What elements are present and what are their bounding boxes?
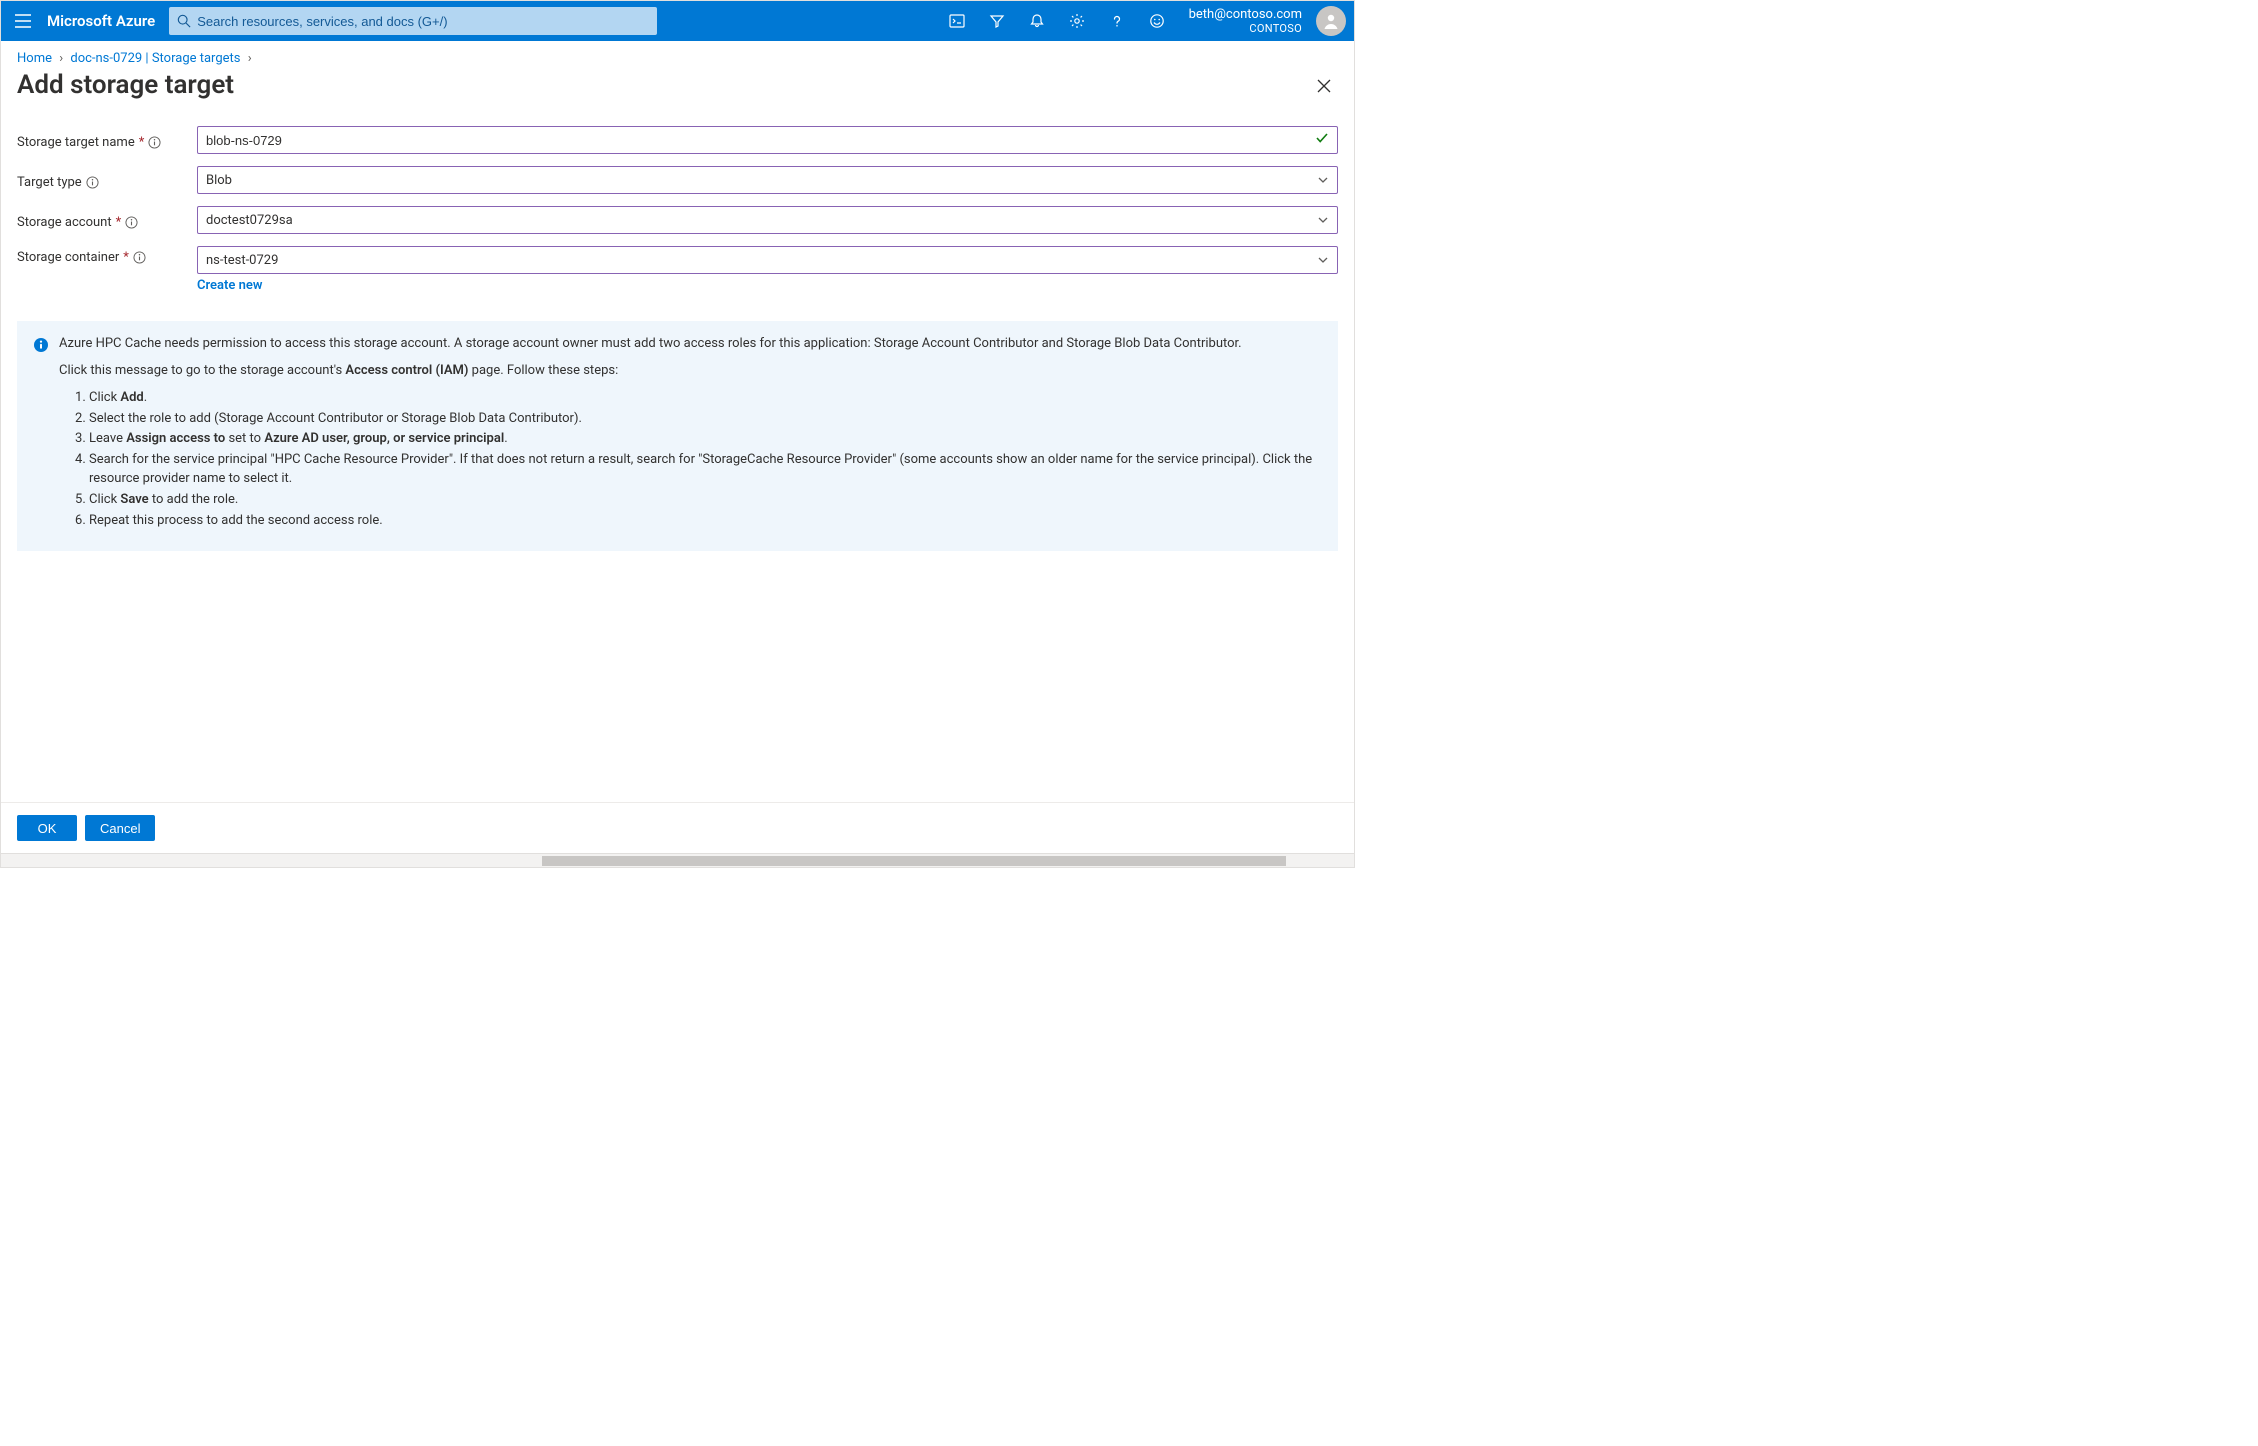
dropdown-target-type[interactable]: Blob xyxy=(197,166,1338,194)
dropdown-storage-container[interactable]: ns-test-0729 xyxy=(197,246,1338,274)
row-storage-account: Storage account * doctest0729sa xyxy=(17,206,1338,234)
horizontal-scrollbar[interactable] xyxy=(1,853,1354,867)
avatar-icon[interactable] xyxy=(1316,6,1346,36)
dropdown-target-type-value: Blob xyxy=(206,173,232,188)
footer-bar: OK Cancel xyxy=(1,802,1354,853)
hamburger-menu-icon[interactable] xyxy=(1,1,45,41)
info-step-2: Select the role to add (Storage Account … xyxy=(89,410,1322,429)
feedback-smiley-icon[interactable] xyxy=(1137,1,1177,41)
settings-gear-icon[interactable] xyxy=(1057,1,1097,41)
help-icon[interactable] xyxy=(1097,1,1137,41)
info-icon[interactable] xyxy=(125,216,138,229)
search-icon xyxy=(177,14,191,28)
page-title: Add storage target xyxy=(17,70,234,100)
global-search[interactable] xyxy=(169,7,657,35)
chevron-down-icon xyxy=(1317,254,1329,266)
row-target-type: Target type Blob xyxy=(17,166,1338,194)
info-step-1: Click Add. xyxy=(89,389,1322,408)
info-step-4: Search for the service principal "HPC Ca… xyxy=(89,451,1322,489)
topbar-icons xyxy=(937,1,1177,41)
scrollbar-thumb[interactable] xyxy=(542,856,1286,866)
row-storage-target-name: Storage target name * xyxy=(17,126,1338,154)
info-steps-list: Click Add. Select the role to add (Stora… xyxy=(79,389,1322,531)
valid-check-icon xyxy=(1315,131,1329,149)
breadcrumb-home[interactable]: Home xyxy=(17,51,52,66)
search-input[interactable] xyxy=(197,14,649,29)
required-asterisk: * xyxy=(139,135,145,150)
info-lead: Azure HPC Cache needs permission to acce… xyxy=(59,335,1322,354)
required-asterisk: * xyxy=(116,215,122,230)
required-asterisk: * xyxy=(123,250,129,265)
directory-filter-icon[interactable] xyxy=(977,1,1017,41)
user-email: beth@contoso.com xyxy=(1189,7,1302,23)
chevron-right-icon: › xyxy=(244,51,256,66)
brand-label[interactable]: Microsoft Azure xyxy=(45,12,169,30)
info-step-5: Click Save to add the role. xyxy=(89,491,1322,510)
dropdown-storage-account[interactable]: doctest0729sa xyxy=(197,206,1338,234)
info-message-body: Azure HPC Cache needs permission to acce… xyxy=(59,335,1322,533)
dropdown-storage-container-value: ns-test-0729 xyxy=(206,253,278,268)
chevron-down-icon xyxy=(1317,214,1329,226)
input-storage-target-name-field[interactable] xyxy=(206,133,1329,148)
info-step-6: Repeat this process to add the second ac… xyxy=(89,512,1322,531)
ok-button[interactable]: OK xyxy=(17,815,77,841)
form-content: Storage target name * Target type Blob xyxy=(1,126,1354,802)
breadcrumb-path[interactable]: doc-ns-0729 | Storage targets xyxy=(70,51,240,66)
row-storage-container: Storage container * ns-test-0729 Create … xyxy=(17,246,1338,293)
chevron-right-icon: › xyxy=(55,51,67,66)
breadcrumb: Home › doc-ns-0729 | Storage targets › xyxy=(1,41,1354,68)
user-account-block[interactable]: beth@contoso.com CONTOSO xyxy=(1177,7,1308,36)
label-storage-account: Storage account xyxy=(17,215,112,230)
user-tenant: CONTOSO xyxy=(1189,22,1302,35)
notifications-icon[interactable] xyxy=(1017,1,1057,41)
info-icon[interactable] xyxy=(148,136,161,149)
cancel-button[interactable]: Cancel xyxy=(85,815,155,841)
label-target-type: Target type xyxy=(17,175,82,190)
cloud-shell-icon[interactable] xyxy=(937,1,977,41)
info-message-box[interactable]: Azure HPC Cache needs permission to acce… xyxy=(17,321,1338,551)
close-icon[interactable] xyxy=(1310,72,1338,104)
chevron-down-icon xyxy=(1317,174,1329,186)
input-storage-target-name[interactable] xyxy=(197,126,1338,154)
title-row: Add storage target xyxy=(1,68,1354,126)
top-bar: Microsoft Azure beth@contoso.com CONTOSO xyxy=(1,1,1354,41)
dropdown-storage-account-value: doctest0729sa xyxy=(206,213,293,228)
info-icon[interactable] xyxy=(86,176,99,189)
info-step-3: Leave Assign access to set to Azure AD u… xyxy=(89,430,1322,449)
link-create-new-container[interactable]: Create new xyxy=(197,278,262,293)
label-storage-container: Storage container xyxy=(17,250,119,265)
info-goto: Click this message to go to the storage … xyxy=(59,362,1322,381)
info-icon[interactable] xyxy=(133,251,146,264)
info-circle-icon xyxy=(33,337,49,533)
label-storage-target-name: Storage target name xyxy=(17,135,135,150)
